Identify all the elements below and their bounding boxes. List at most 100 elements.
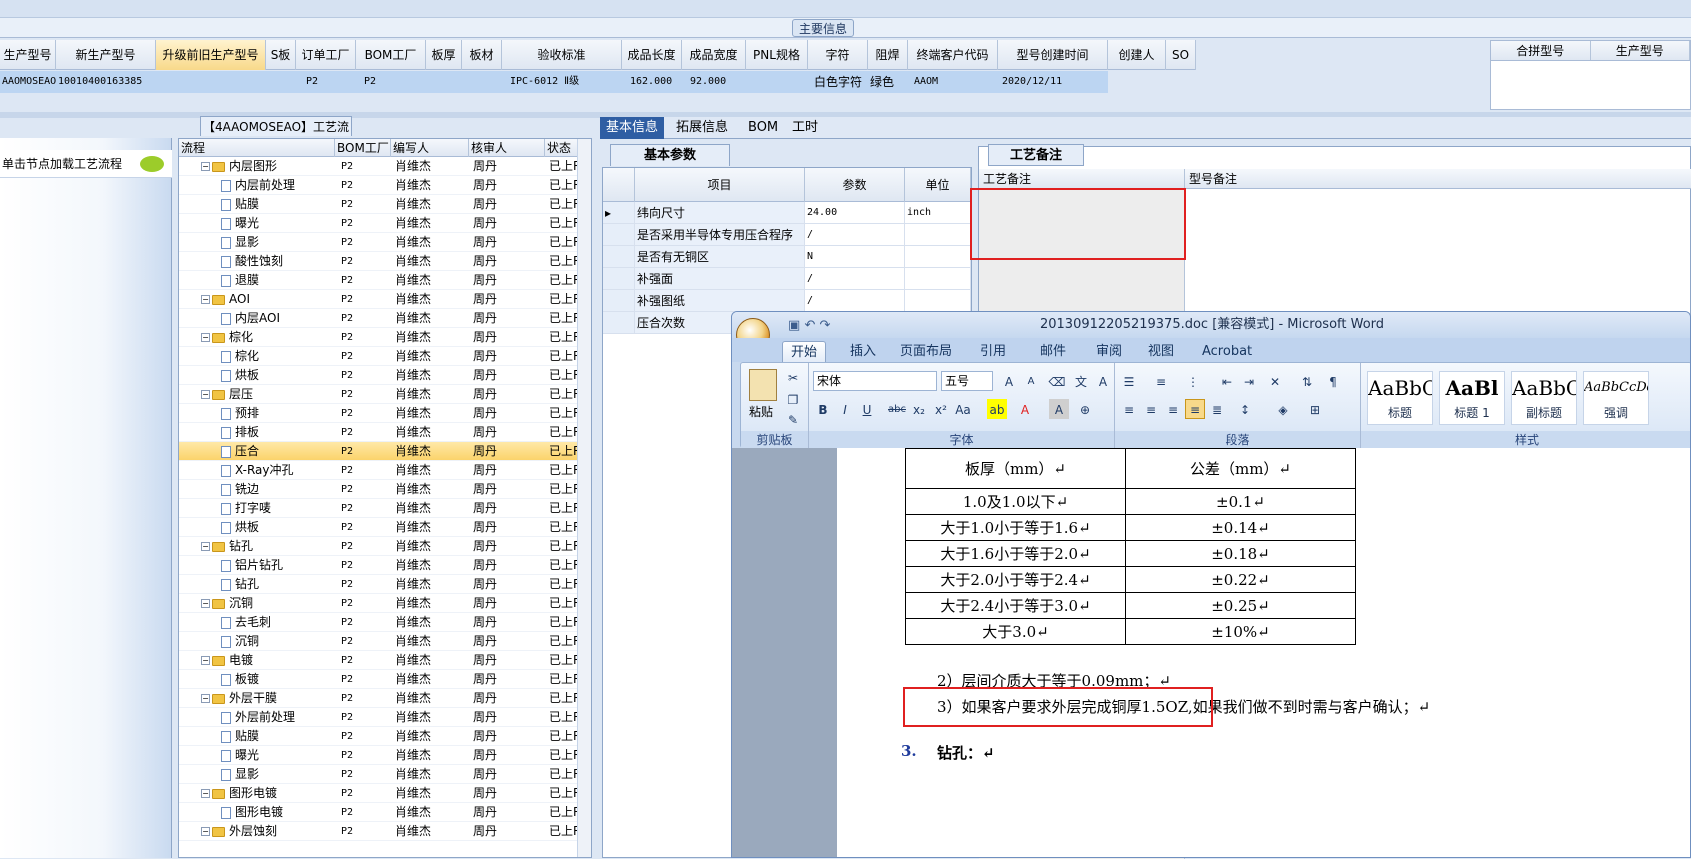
clear-format-icon[interactable]: ⌫ bbox=[1047, 371, 1067, 391]
tree-column-header[interactable]: 核审人 bbox=[469, 139, 545, 157]
subscript-icon[interactable]: x₂ bbox=[909, 399, 929, 419]
ribbon-tab[interactable]: 页面布局 bbox=[892, 341, 960, 362]
tree-row[interactable]: 外层前处理 P2 肖维杰 周丹 已上R bbox=[179, 708, 591, 727]
param-row[interactable]: 补强面 / bbox=[603, 268, 971, 290]
column-header[interactable]: 成品长度 bbox=[622, 40, 682, 70]
param-value[interactable]: N bbox=[805, 246, 905, 267]
paste-icon[interactable] bbox=[749, 369, 777, 401]
tree-row[interactable]: 曝光 P2 肖维杰 周丹 已上R bbox=[179, 746, 591, 765]
tree-row[interactable]: 去毛刺 P2 肖维杰 周丹 已上R bbox=[179, 613, 591, 632]
align-left-icon[interactable]: ≡ bbox=[1119, 399, 1139, 419]
column-header[interactable]: 升级前旧生产型号 bbox=[156, 40, 266, 70]
column-header[interactable]: 生产型号 bbox=[0, 40, 56, 70]
param-value[interactable]: / bbox=[805, 290, 905, 311]
tree-row[interactable]: 钻孔 P2 肖维杰 周丹 已上R bbox=[179, 575, 591, 594]
tree-row[interactable]: 压合 P2 肖维杰 周丹 已上R bbox=[179, 442, 591, 461]
column-header[interactable]: 新生产型号 bbox=[56, 40, 156, 70]
ribbon-tab[interactable]: 邮件 bbox=[1032, 341, 1074, 362]
bullets-icon[interactable]: ☰ bbox=[1119, 371, 1139, 391]
tree-row[interactable]: 预排 P2 肖维杰 周丹 已上R bbox=[179, 404, 591, 423]
ribbon-tab[interactable]: 视图 bbox=[1140, 341, 1182, 362]
tree-row[interactable]: 铝片钻孔 P2 肖维杰 周丹 已上R bbox=[179, 556, 591, 575]
superscript-icon[interactable]: x² bbox=[931, 399, 951, 419]
tree-column-header[interactable]: BOM工厂 bbox=[335, 139, 391, 157]
tree-row[interactable]: − 外层蚀刻 P2 肖维杰 周丹 已上R bbox=[179, 822, 591, 841]
ribbon-tab[interactable]: Acrobat bbox=[1194, 341, 1260, 362]
tree-row[interactable]: − AOI P2 肖维杰 周丹 已上R bbox=[179, 290, 591, 309]
tree-row[interactable]: − 图形电镀 P2 肖维杰 周丹 已上R bbox=[179, 784, 591, 803]
style-item[interactable]: AaBl 标题 1 bbox=[1439, 371, 1505, 425]
font-size-select[interactable]: 五号 bbox=[941, 371, 993, 391]
increase-indent-icon[interactable]: ⇥ bbox=[1239, 371, 1259, 391]
char-shading-icon[interactable]: A bbox=[1049, 399, 1069, 419]
tree-row[interactable]: 内层前处理 P2 肖维杰 周丹 已上R bbox=[179, 176, 591, 195]
tree-row[interactable]: − 沉铜 P2 肖维杰 周丹 已上R bbox=[179, 594, 591, 613]
tree-row[interactable]: 显影 P2 肖维杰 周丹 已上R bbox=[179, 765, 591, 784]
tab-process-notes[interactable]: 工艺备注 bbox=[988, 144, 1084, 166]
numbering-icon[interactable]: ≡ bbox=[1151, 371, 1171, 391]
column-header[interactable]: S板 bbox=[266, 40, 296, 70]
collapse-icon[interactable]: − bbox=[201, 827, 210, 836]
load-process-tip[interactable]: 单击节点加载工艺流程 bbox=[0, 150, 172, 178]
shrink-font-icon[interactable]: A bbox=[1021, 371, 1041, 391]
align-center-icon[interactable]: ≡ bbox=[1141, 399, 1161, 419]
style-item[interactable]: AaBbCcDd 强调 bbox=[1583, 371, 1649, 425]
column-header[interactable]: BOM工厂 bbox=[356, 40, 426, 70]
char-border-icon[interactable]: A bbox=[1093, 371, 1113, 391]
tab-0[interactable]: 基本信息 bbox=[600, 117, 665, 139]
param-row[interactable]: 是否有无铜区 N bbox=[603, 246, 971, 268]
cut-icon[interactable]: ✂ bbox=[783, 367, 803, 387]
line-spacing-icon[interactable]: ↕ bbox=[1235, 399, 1255, 419]
tab-basic-params[interactable]: 基本参数 bbox=[610, 144, 730, 166]
tree-row[interactable]: − 电镀 P2 肖维杰 周丹 已上R bbox=[179, 651, 591, 670]
column-header[interactable]: 终端客户代码 bbox=[908, 40, 998, 70]
tree-row[interactable]: 贴膜 P2 肖维杰 周丹 已上R bbox=[179, 195, 591, 214]
undo-icon[interactable]: ↶ bbox=[804, 318, 815, 333]
collapse-icon[interactable]: − bbox=[201, 599, 210, 608]
bold-icon[interactable]: B bbox=[813, 399, 833, 419]
column-header[interactable]: PNL规格 bbox=[746, 40, 808, 70]
ribbon-tab[interactable]: 插入 bbox=[842, 341, 884, 362]
ribbon-tab[interactable]: 开始 bbox=[782, 341, 827, 362]
tree-row[interactable]: 排板 P2 肖维杰 周丹 已上R bbox=[179, 423, 591, 442]
column-header[interactable]: 字符 bbox=[808, 40, 868, 70]
tree-row[interactable]: 烘板 P2 肖维杰 周丹 已上R bbox=[179, 366, 591, 385]
enclose-char-icon[interactable]: ⊕ bbox=[1075, 399, 1095, 419]
copy-icon[interactable]: ❐ bbox=[783, 389, 803, 409]
tree-column-header[interactable]: 流程 bbox=[179, 139, 335, 157]
tree-row[interactable]: 图形电镀 P2 肖维杰 周丹 已上R bbox=[179, 803, 591, 822]
collapse-icon[interactable]: − bbox=[201, 694, 210, 703]
grow-font-icon[interactable]: A bbox=[999, 371, 1019, 391]
collapse-icon[interactable]: − bbox=[201, 333, 210, 342]
tree-row[interactable]: 退膜 P2 肖维杰 周丹 已上R bbox=[179, 271, 591, 290]
tab-2[interactable]: BOM bbox=[742, 117, 784, 139]
tree-row[interactable]: − 层压 P2 肖维杰 周丹 已上R bbox=[179, 385, 591, 404]
underline-icon[interactable]: U bbox=[857, 399, 877, 419]
column-header[interactable]: SO bbox=[1166, 40, 1196, 70]
column-header[interactable]: 验收标准 bbox=[502, 40, 622, 70]
collapse-icon[interactable]: − bbox=[201, 295, 210, 304]
collapse-icon[interactable]: − bbox=[201, 656, 210, 665]
ribbon-tab[interactable]: 引用 bbox=[972, 341, 1014, 362]
collapse-icon[interactable]: − bbox=[201, 390, 210, 399]
param-row[interactable]: 是否采用半导体专用压合程序 / bbox=[603, 224, 971, 246]
column-header[interactable]: 板厚 bbox=[426, 40, 462, 70]
tree-row[interactable]: 曝光 P2 肖维杰 周丹 已上R bbox=[179, 214, 591, 233]
tree-row[interactable]: 酸性蚀刻 P2 肖维杰 周丹 已上R bbox=[179, 252, 591, 271]
column-header[interactable]: 成品宽度 bbox=[682, 40, 746, 70]
tab-3[interactable]: 工时 bbox=[786, 117, 824, 139]
decrease-indent-icon[interactable]: ⇤ bbox=[1217, 371, 1237, 391]
justify-icon[interactable]: ≡ bbox=[1185, 399, 1205, 419]
tree-row[interactable]: − 钻孔 P2 肖维杰 周丹 已上R bbox=[179, 537, 591, 556]
tab-1[interactable]: 拓展信息 bbox=[670, 117, 734, 139]
collapse-icon[interactable]: − bbox=[201, 162, 210, 171]
tree-scrollbar[interactable] bbox=[577, 139, 591, 857]
multilevel-list-icon[interactable]: ⋮ bbox=[1183, 371, 1203, 391]
tree-row[interactable]: 烘板 P2 肖维杰 周丹 已上R bbox=[179, 518, 591, 537]
column-header[interactable]: 订单工厂 bbox=[296, 40, 356, 70]
column-header[interactable]: 阻焊 bbox=[868, 40, 908, 70]
tree-row[interactable]: 板镀 P2 肖维杰 周丹 已上R bbox=[179, 670, 591, 689]
tree-row[interactable]: 显影 P2 肖维杰 周丹 已上R bbox=[179, 233, 591, 252]
tree-row[interactable]: 沉铜 P2 肖维杰 周丹 已上R bbox=[179, 632, 591, 651]
tree-row[interactable]: − 内层图形 P2 肖维杰 周丹 已上R bbox=[179, 157, 591, 176]
